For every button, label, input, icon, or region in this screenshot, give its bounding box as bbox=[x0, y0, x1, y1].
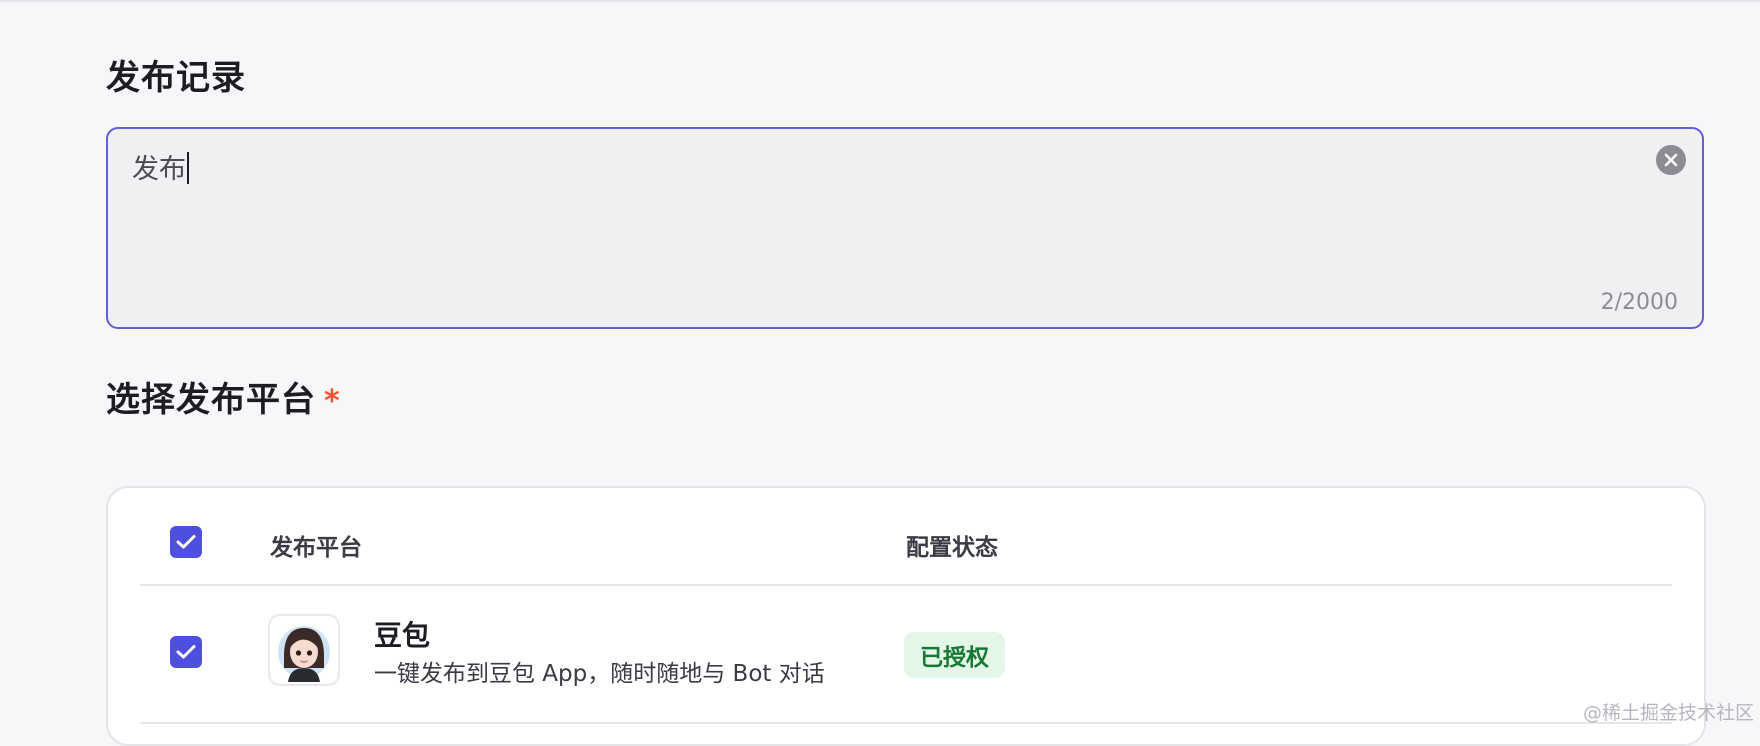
platform-table: 发布平台 配置状态 豆包 一键发布到豆包 App，随时随地与 Bot 对话 已授… bbox=[106, 486, 1706, 746]
required-marker: * bbox=[324, 384, 341, 419]
status-badge: 已授权 bbox=[904, 632, 1005, 678]
select-all-checkbox[interactable] bbox=[170, 526, 202, 558]
top-divider bbox=[0, 0, 1760, 2]
textarea-text: 发布 bbox=[132, 154, 186, 185]
row-divider bbox=[140, 722, 1672, 724]
platform-description: 一键发布到豆包 App，随时随地与 Bot 对话 bbox=[374, 661, 825, 687]
clear-icon[interactable] bbox=[1656, 145, 1686, 175]
doubao-logo bbox=[268, 614, 340, 686]
publish-record-textarea[interactable]: 发布 2/2000 bbox=[106, 127, 1704, 329]
char-counter: 2/2000 bbox=[1600, 290, 1678, 315]
close-icon bbox=[1664, 153, 1678, 167]
section-title-text: 选择发布平台 bbox=[106, 380, 316, 420]
header-divider bbox=[140, 584, 1672, 586]
column-header-platform: 发布平台 bbox=[270, 535, 362, 561]
checkmark-icon bbox=[176, 645, 196, 659]
checkmark-icon bbox=[176, 535, 196, 549]
watermark: @稀土掘金技术社区 bbox=[1582, 702, 1754, 724]
text-caret bbox=[187, 152, 189, 184]
section-title-publish-record: 发布记录 bbox=[106, 50, 246, 99]
column-header-status: 配置状态 bbox=[906, 535, 998, 561]
avatar-icon bbox=[278, 626, 330, 682]
section-title-text: 发布记录 bbox=[106, 58, 246, 98]
section-title-select-platform: 选择发布平台 * bbox=[106, 372, 341, 421]
row-checkbox[interactable] bbox=[170, 636, 202, 668]
textarea-value[interactable]: 发布 bbox=[132, 147, 189, 186]
platform-name: 豆包 bbox=[374, 619, 431, 652]
